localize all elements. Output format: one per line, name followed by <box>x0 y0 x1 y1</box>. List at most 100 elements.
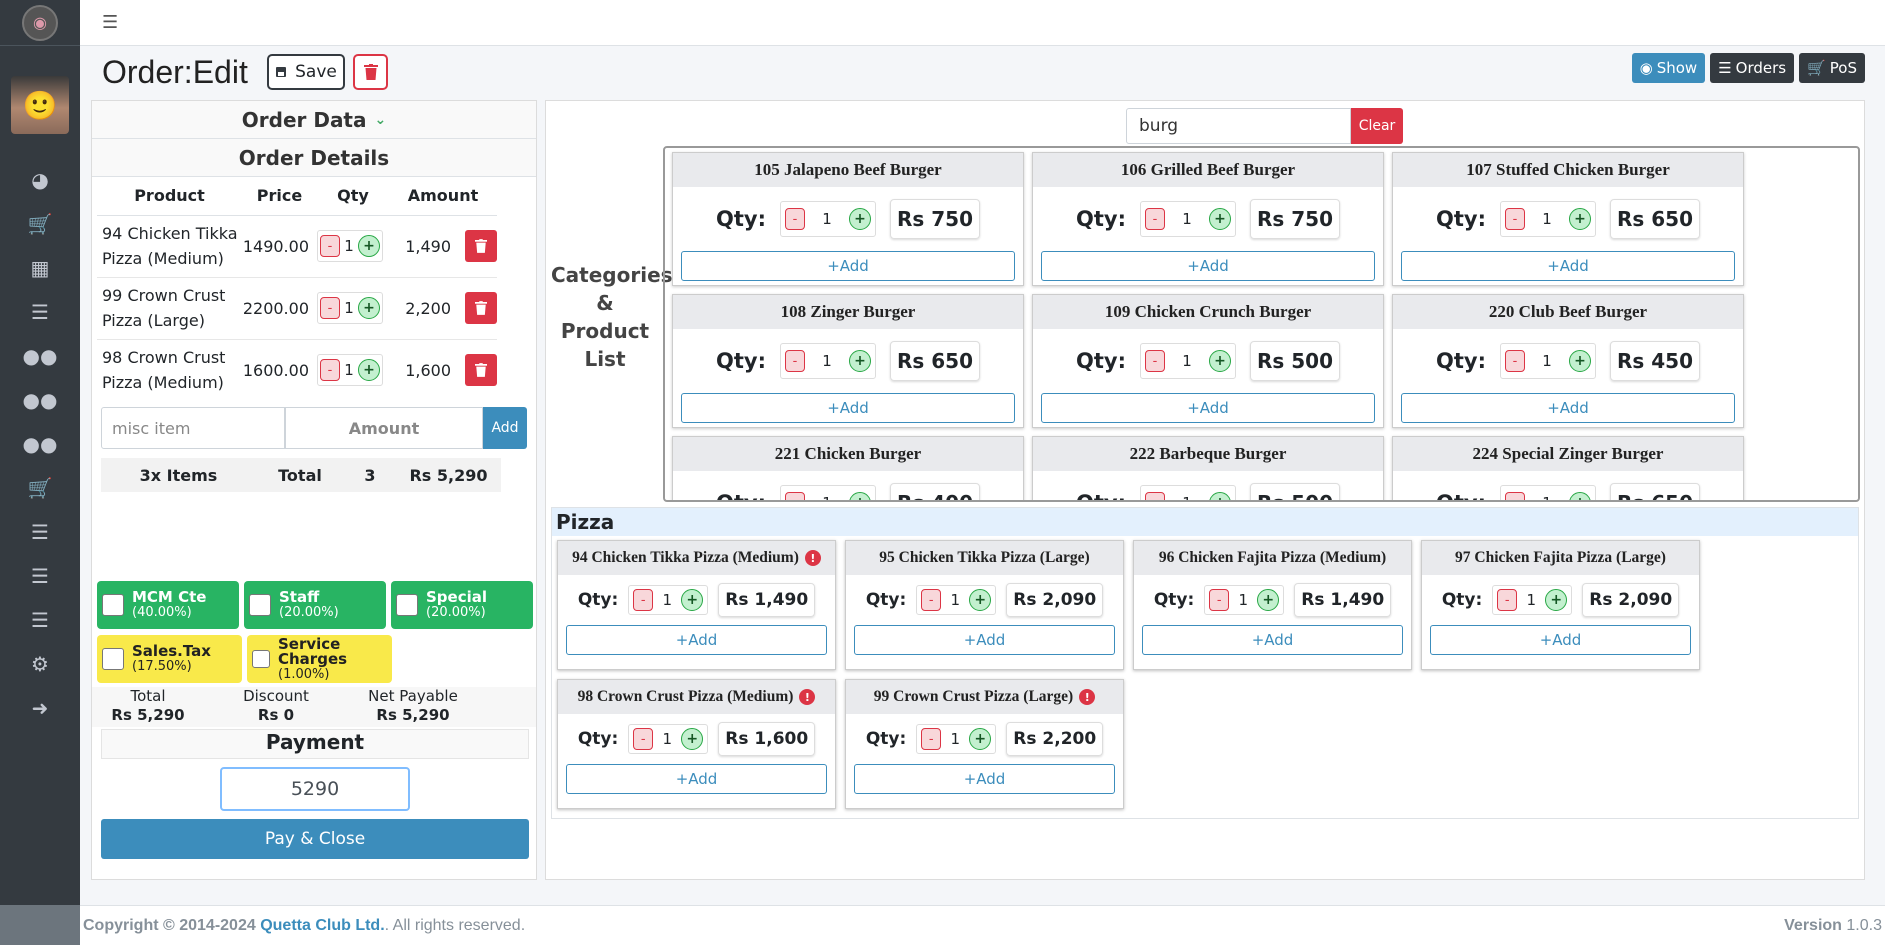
qty-value[interactable]: 1 <box>344 237 354 255</box>
add-product-button[interactable]: +Add <box>1142 625 1403 655</box>
list-icon[interactable]: ☰ <box>0 554 80 598</box>
orders-button[interactable]: ☰ Orders <box>1710 53 1795 83</box>
increase-qty-button[interactable]: + <box>357 359 380 382</box>
order-data-toggle[interactable]: Order Data ⌄ <box>92 101 536 139</box>
add-product-button[interactable]: +Add <box>1430 625 1691 655</box>
increase-qty-button[interactable]: + <box>1545 589 1568 611</box>
qty-value[interactable]: 1 <box>1182 210 1192 228</box>
increase-qty-button[interactable]: + <box>969 589 992 611</box>
increase-qty-button[interactable]: + <box>357 297 380 319</box>
save-button[interactable]: Save <box>267 54 345 90</box>
increase-qty-button[interactable]: + <box>1568 208 1591 230</box>
qty-value[interactable]: 1 <box>344 299 354 317</box>
qty-value[interactable]: 1 <box>1182 352 1192 370</box>
discount-staff[interactable]: Staff (20.00%) <box>244 581 386 629</box>
increase-qty-button[interactable]: + <box>1568 492 1591 500</box>
increase-qty-button[interactable]: + <box>848 350 871 372</box>
tax-service-charges[interactable]: Service Charges (1.00%) <box>247 635 392 683</box>
increase-qty-button[interactable]: + <box>681 589 704 611</box>
increase-qty-button[interactable]: + <box>1568 350 1591 372</box>
decrease-qty-button[interactable]: - <box>1144 350 1165 372</box>
checkbox[interactable] <box>102 648 124 670</box>
discount-special[interactable]: Special (20.00%) <box>391 581 533 629</box>
delete-order-button[interactable] <box>353 54 388 90</box>
dashboard-icon[interactable]: ◕ <box>0 158 80 202</box>
qty-value[interactable]: 1 <box>663 591 673 609</box>
payment-input[interactable]: 5290 <box>220 767 410 811</box>
checkbox[interactable] <box>252 650 270 668</box>
show-button[interactable]: ◉ Show <box>1631 53 1706 83</box>
users-icon[interactable]: ●● <box>0 378 80 422</box>
misc-amount-input[interactable]: Amount <box>285 407 483 449</box>
add-product-button[interactable]: +Add <box>1401 393 1735 423</box>
add-product-button[interactable]: +Add <box>566 625 827 655</box>
decrease-qty-button[interactable]: - <box>784 350 805 372</box>
qty-value[interactable]: 1 <box>1542 352 1552 370</box>
list-icon[interactable]: ☰ <box>0 510 80 554</box>
pay-close-button[interactable]: Pay & Close <box>101 819 529 859</box>
decrease-qty-button[interactable]: - <box>921 728 942 750</box>
qty-value[interactable]: 1 <box>344 361 354 379</box>
add-product-button[interactable]: +Add <box>1041 393 1375 423</box>
qty-value[interactable]: 1 <box>1542 494 1552 500</box>
decrease-qty-button[interactable]: - <box>921 589 942 611</box>
misc-add-button[interactable]: Add <box>483 407 527 449</box>
increase-qty-button[interactable]: + <box>969 728 992 750</box>
discount-mcm-cte[interactable]: MCM Cte (40.00%) <box>97 581 239 629</box>
increase-qty-button[interactable]: + <box>1208 208 1231 230</box>
decrease-qty-button[interactable]: - <box>1144 492 1165 500</box>
increase-qty-button[interactable]: + <box>1257 589 1280 611</box>
qty-value[interactable]: 1 <box>822 352 832 370</box>
list-icon[interactable]: ☰ <box>0 598 80 642</box>
pos-button[interactable]: 🛒 PoS <box>1799 53 1865 83</box>
decrease-qty-button[interactable]: - <box>784 492 805 500</box>
decrease-qty-button[interactable]: - <box>1497 589 1518 611</box>
grid-icon[interactable]: ▦ <box>0 246 80 290</box>
cart-icon[interactable]: 🛒 <box>0 466 80 510</box>
hamburger-menu-icon[interactable]: ☰ <box>102 12 118 33</box>
checkbox[interactable] <box>249 594 271 616</box>
decrease-qty-button[interactable]: - <box>633 589 654 611</box>
increase-qty-button[interactable]: + <box>357 235 380 257</box>
misc-item-input[interactable]: misc item <box>101 407 285 449</box>
add-product-button[interactable]: +Add <box>1041 251 1375 281</box>
tax-sales-tax[interactable]: Sales.Tax (17.50%) <box>97 635 242 683</box>
logout-icon[interactable]: ➜ <box>0 686 80 730</box>
add-product-button[interactable]: +Add <box>1401 251 1735 281</box>
remove-item-button[interactable] <box>465 354 497 387</box>
decrease-qty-button[interactable]: - <box>1209 589 1230 611</box>
users-icon[interactable]: ●● <box>0 422 80 466</box>
increase-qty-button[interactable]: + <box>1208 350 1231 372</box>
decrease-qty-button[interactable]: - <box>1144 208 1165 230</box>
add-product-button[interactable]: +Add <box>566 764 827 794</box>
qty-value[interactable]: 1 <box>1527 591 1537 609</box>
qty-value[interactable]: 1 <box>663 730 673 748</box>
decrease-qty-button[interactable]: - <box>784 208 805 230</box>
add-product-button[interactable]: +Add <box>681 251 1015 281</box>
qty-value[interactable]: 1 <box>1239 591 1249 609</box>
clear-button[interactable]: Clear <box>1351 108 1403 144</box>
checkbox[interactable] <box>102 594 124 616</box>
add-product-button[interactable]: +Add <box>854 764 1115 794</box>
list-icon[interactable]: ☰ <box>0 290 80 334</box>
avatar[interactable]: 🙂 <box>11 76 69 134</box>
qty-value[interactable]: 1 <box>1182 494 1192 500</box>
decrease-qty-button[interactable]: - <box>1504 492 1525 500</box>
search-input[interactable]: burg <box>1126 108 1351 144</box>
decrease-qty-button[interactable]: - <box>1504 208 1525 230</box>
cart-icon[interactable]: 🛒 <box>0 202 80 246</box>
remove-item-button[interactable] <box>465 230 497 262</box>
decrease-qty-button[interactable]: - <box>633 728 654 750</box>
settings-icon[interactable]: ⚙ <box>0 642 80 686</box>
add-product-button[interactable]: +Add <box>854 625 1115 655</box>
users-icon[interactable]: ●● <box>0 334 80 378</box>
increase-qty-button[interactable]: + <box>1208 492 1231 500</box>
qty-value[interactable]: 1 <box>822 210 832 228</box>
qty-value[interactable]: 1 <box>951 591 961 609</box>
decrease-qty-button[interactable]: - <box>320 297 340 319</box>
qty-value[interactable]: 1 <box>951 730 961 748</box>
decrease-qty-button[interactable]: - <box>1504 350 1525 372</box>
brand[interactable]: ◉ <box>0 0 80 46</box>
qty-value[interactable]: 1 <box>1542 210 1552 228</box>
increase-qty-button[interactable]: + <box>681 728 704 750</box>
